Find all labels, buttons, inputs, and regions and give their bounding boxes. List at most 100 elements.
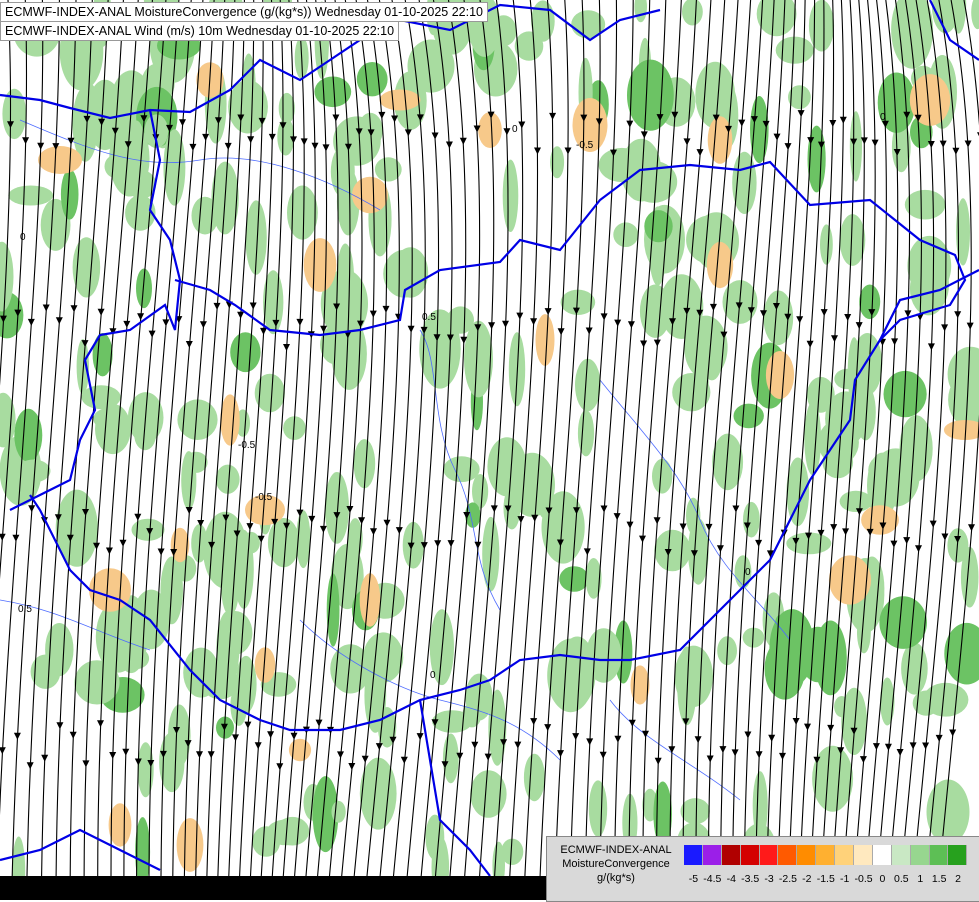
- convergence-area: [95, 403, 131, 455]
- convergence-area: [215, 464, 240, 494]
- legend-model: ECMWF-INDEX-ANAL: [560, 844, 672, 856]
- contour-label: 0.5: [422, 312, 436, 323]
- legend-unit: g/(kg*s): [597, 872, 635, 884]
- convergence-area: [559, 566, 589, 592]
- legend-swatch: [721, 845, 741, 865]
- map-canvas[interactable]: -0.5 -0.5 -0.5 0 0 0 0 0 0.5 0.5: [0, 0, 979, 900]
- convergence-area: [523, 753, 545, 802]
- legend-label: ECMWF-INDEX-ANAL MoistureConvergence g/(…: [547, 843, 685, 885]
- convergence-area: [834, 696, 850, 718]
- divergence-area: [909, 74, 951, 126]
- legend-tick: -3.5: [741, 873, 760, 885]
- legend-tick: -2.5: [778, 873, 797, 885]
- divergence-area: [379, 89, 421, 111]
- legend-tick: -0.5: [854, 873, 873, 885]
- legend-swatches: [684, 845, 968, 865]
- convergence-area: [904, 189, 946, 220]
- legend-swatch: [684, 845, 703, 865]
- legend-swatch: [835, 845, 855, 865]
- legend-swatch: [891, 845, 911, 865]
- convergence-area: [820, 224, 833, 265]
- legend-tick: -5: [688, 873, 699, 885]
- legend-swatch: [948, 845, 968, 865]
- contour-label: 0: [745, 567, 751, 578]
- convergence-area: [230, 332, 261, 373]
- legend-tick: 1.5: [931, 873, 947, 885]
- convergence-area: [333, 116, 381, 166]
- legend-tick: -4: [726, 873, 736, 885]
- convergence-area: [859, 284, 881, 320]
- legend-tick: -1.5: [816, 873, 835, 885]
- convergence-area: [613, 222, 639, 247]
- legend-swatch: [929, 845, 949, 865]
- convergence-area: [331, 800, 346, 823]
- divergence-area: [861, 505, 899, 535]
- color-legend: ECMWF-INDEX-ANAL MoistureConvergence g/(…: [546, 836, 979, 902]
- convergence-area: [812, 745, 854, 812]
- convergence-area: [487, 437, 527, 497]
- convergence-area: [849, 111, 863, 182]
- legend-tick: 1: [917, 873, 924, 885]
- divergence-area: [38, 146, 82, 174]
- convergence-area: [392, 247, 429, 298]
- convergence-area: [808, 0, 835, 52]
- convergence-area: [217, 611, 253, 655]
- convergence-area: [825, 391, 867, 446]
- divergence-area: [176, 818, 204, 872]
- convergence-area: [191, 196, 219, 235]
- legend-swatch: [872, 845, 892, 865]
- legend-swatch: [910, 845, 930, 865]
- map-title-moisture-convergence: ECMWF-INDEX-ANAL MoistureConvergence (g/…: [0, 2, 488, 22]
- convergence-area: [442, 733, 459, 784]
- legend-swatch: [759, 845, 779, 865]
- convergence-area: [252, 826, 281, 857]
- divergence-area: [478, 112, 502, 148]
- convergence-area: [732, 151, 757, 214]
- contour-label: 0.5: [18, 604, 32, 615]
- convergence-area: [356, 61, 388, 97]
- legend-tick: -2: [802, 873, 812, 885]
- convergence-area: [839, 490, 872, 512]
- legend-swatch: [797, 845, 817, 865]
- divergence-area: [303, 238, 337, 292]
- convergence-area: [743, 501, 760, 538]
- convergence-area: [775, 36, 814, 64]
- contour-label: 0: [880, 112, 886, 123]
- convergence-area: [183, 647, 220, 698]
- legend-swatch: [778, 845, 798, 865]
- convergence-area: [432, 710, 473, 733]
- contour-label: 0: [430, 670, 436, 681]
- convergence-area: [585, 628, 622, 683]
- legend-tick: -3: [764, 873, 774, 885]
- legend-tick-labels: -5 -4.5 -4 -3.5 -3 -2.5 -2 -1.5 -1 -0.5 0 0.5 1 1.5 2: [684, 873, 974, 889]
- divergence-area: [352, 176, 388, 214]
- convergence-area: [901, 642, 928, 695]
- legend-parameter: MoistureConvergence: [562, 858, 670, 870]
- contour-label: 0: [512, 124, 518, 135]
- convergence-area: [443, 456, 480, 483]
- legend-swatch: [702, 845, 722, 865]
- legend-tick: -4.5: [703, 873, 722, 885]
- legend-tick: 0: [879, 873, 886, 885]
- contour-label: -0.5: [576, 140, 594, 151]
- convergence-area: [502, 159, 519, 232]
- convergence-area: [652, 458, 673, 494]
- map-title-wind: ECMWF-INDEX-ANAL Wind (m/s) 10m Wednesda…: [0, 21, 400, 41]
- divergence-area: [535, 314, 555, 366]
- legend-tick: -1: [839, 873, 850, 885]
- convergence-area: [14, 408, 43, 462]
- convergence-area: [8, 185, 54, 206]
- convergence-area: [680, 798, 710, 825]
- convergence-area: [577, 410, 595, 457]
- convergence-area: [326, 573, 340, 647]
- convergence-area: [72, 237, 101, 298]
- convergence-area: [733, 403, 764, 429]
- convergence-area: [926, 779, 970, 845]
- legend-tick: 2: [955, 873, 961, 885]
- legend-swatch: [816, 845, 836, 865]
- convergence-area: [181, 451, 197, 510]
- legend-tick: 0.5: [894, 873, 909, 885]
- contour-label: -0.5: [255, 492, 273, 503]
- divergence-area: [220, 394, 240, 446]
- contour-label: -0.5: [238, 440, 256, 451]
